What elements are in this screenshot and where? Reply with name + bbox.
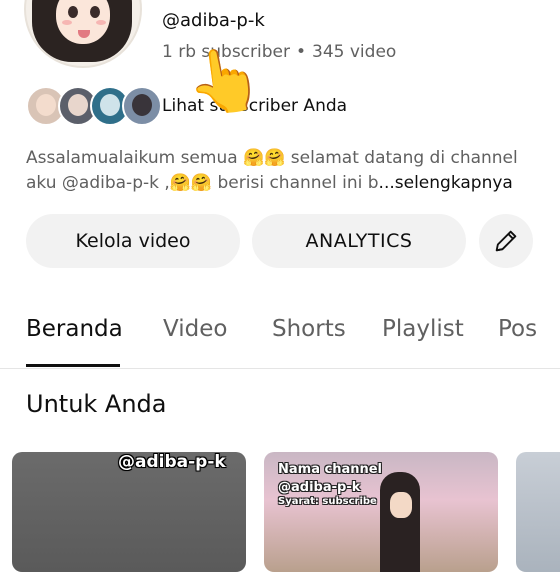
avatar-eye	[90, 6, 100, 18]
video-count: 345 video	[312, 42, 397, 62]
video-thumbnail[interactable]: Nama channel @adiba-p-k Syarat: subscrib…	[264, 452, 498, 572]
channel-handle: @adiba-p-k	[162, 10, 265, 31]
tab-video[interactable]: Video	[163, 316, 227, 342]
channel-avatar[interactable]	[24, 0, 142, 68]
description-line: Assalamualaikum semua 🤗🤗 selamat datang …	[26, 148, 518, 168]
channel-description[interactable]: Assalamualaikum semua 🤗🤗 selamat datang …	[26, 146, 546, 196]
thumbnail-text: @adiba-p-k	[278, 480, 361, 495]
section-title: Untuk Anda	[26, 390, 167, 418]
analytics-button[interactable]: ANALYTICS	[252, 214, 466, 268]
edit-channel-button[interactable]	[479, 214, 533, 268]
avatar-blush	[96, 20, 106, 25]
avatar-blush	[62, 20, 72, 25]
see-more-link[interactable]: ...selengkapnya	[379, 173, 513, 193]
tab-beranda[interactable]: Beranda	[26, 316, 123, 342]
pencil-icon	[495, 230, 517, 252]
thumbnail-figure-face	[390, 492, 412, 518]
avatar-eye	[68, 6, 78, 18]
tab-playlist[interactable]: Playlist	[382, 316, 464, 342]
tab-shorts[interactable]: Shorts	[272, 316, 346, 342]
video-thumbnail[interactable]	[516, 452, 560, 572]
description-text: aku @adiba-p-k ,🤗🤗 berisi channel ini b	[26, 173, 379, 193]
thumbnail-text: Syarat: subscribe	[278, 496, 377, 507]
thumbnail-figure	[380, 472, 420, 572]
manage-videos-button[interactable]: Kelola video	[26, 214, 240, 268]
video-thumbnail[interactable]: @adiba-p-k	[12, 452, 246, 572]
subscribers-avatars[interactable]	[26, 86, 162, 126]
subscriber-avatar	[122, 86, 162, 126]
description-line: aku @adiba-p-k ,🤗🤗 berisi channel ini b.…	[26, 171, 546, 196]
thumbnail-text: Nama channel	[278, 462, 383, 477]
thumbnail-overlay-text: @adiba-p-k	[118, 452, 226, 472]
pointing-hand-icon: 👆	[181, 38, 268, 123]
channel-tabs: Beranda Video Shorts Playlist Pos	[0, 300, 560, 369]
tab-posts[interactable]: Pos	[498, 316, 537, 342]
active-tab-indicator	[26, 364, 120, 367]
stats-separator: •	[295, 42, 307, 62]
